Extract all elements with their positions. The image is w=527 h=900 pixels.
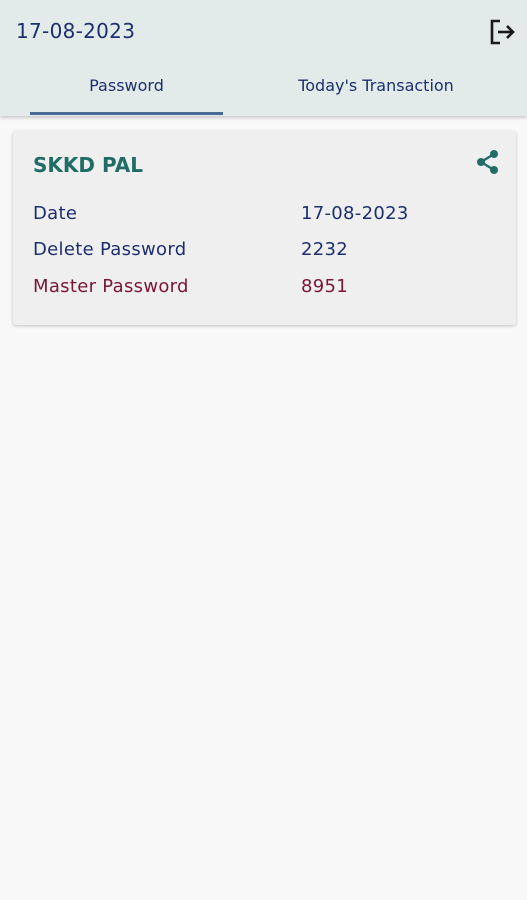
tab-todays-transaction-label: Today's Transaction [298, 76, 454, 95]
share-icon[interactable] [474, 148, 502, 176]
card-title: SKKD PAL [33, 153, 144, 177]
delete-password-label: Delete Password [33, 239, 187, 260]
app-header: 17-08-2023 Password Today's Transaction [0, 0, 527, 116]
logout-icon[interactable] [487, 16, 519, 48]
tab-password-label: Password [89, 76, 164, 95]
date-value: 17-08-2023 [301, 203, 409, 224]
tab-password[interactable]: Password [30, 76, 223, 116]
delete-password-value: 2232 [301, 239, 349, 260]
master-password-label: Master Password [33, 276, 189, 297]
active-tab-indicator [30, 112, 223, 115]
header-date: 17-08-2023 [16, 19, 136, 43]
tab-todays-transaction[interactable]: Today's Transaction [276, 76, 476, 116]
password-card: SKKD PAL Date 17-08-2023 Delete Password… [13, 131, 516, 325]
date-label: Date [33, 203, 78, 224]
master-password-value: 8951 [301, 276, 349, 297]
